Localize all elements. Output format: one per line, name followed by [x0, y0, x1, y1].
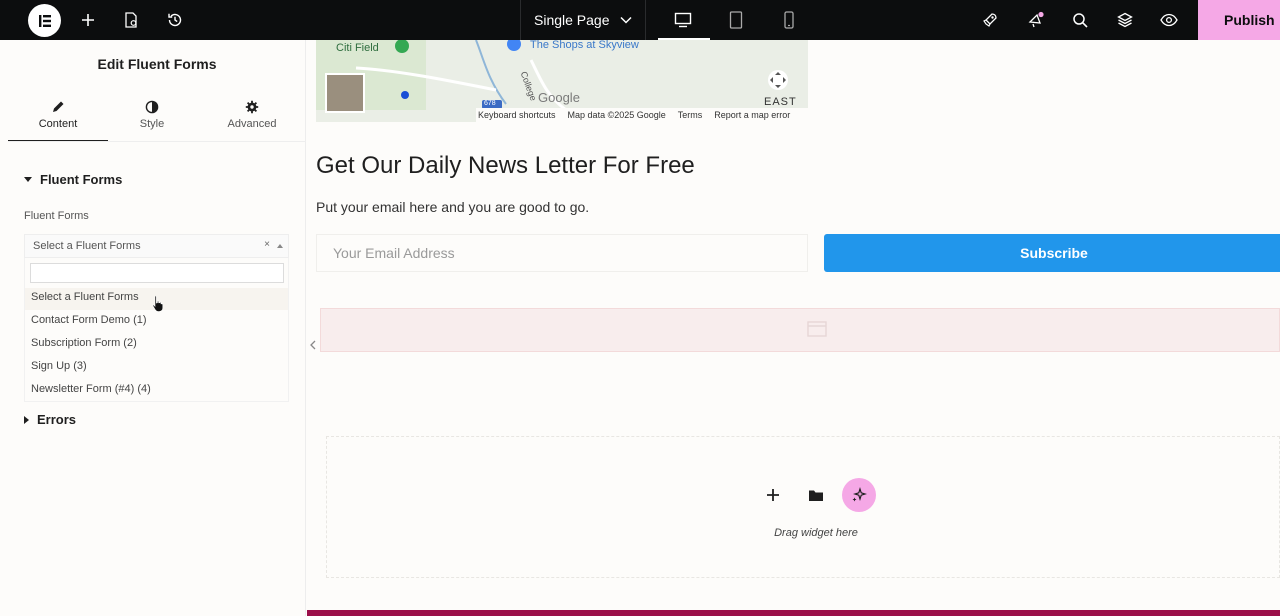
notifications-icon[interactable]	[1024, 8, 1048, 32]
add-section-button[interactable]	[756, 478, 790, 512]
subscribe-button[interactable]: Subscribe	[824, 234, 1280, 272]
pencil-icon	[8, 96, 108, 118]
edit-panel: Edit Fluent Forms Content Style Advanced…	[8, 40, 306, 616]
layers-icon[interactable]	[1113, 8, 1137, 32]
footer-section-bar	[307, 610, 1280, 616]
half-circle-icon	[102, 96, 202, 118]
collapse-panel-icon[interactable]	[310, 340, 316, 353]
panel-title: Edit Fluent Forms	[97, 56, 217, 72]
folder-icon	[809, 490, 823, 501]
select-value: Select a Fluent Forms	[33, 240, 141, 252]
form-placeholder-icon	[807, 321, 827, 337]
drag-widget-hint: Drag widget here	[774, 527, 858, 539]
section-fluent-forms[interactable]: Fluent Forms	[24, 172, 122, 187]
search-icon[interactable]	[1068, 8, 1092, 32]
fluent-forms-field-label: Fluent Forms	[24, 210, 89, 222]
google-logo: Google	[538, 90, 580, 105]
editor-top-bar: Single Page Publish	[0, 0, 1280, 40]
fluent-form-widget-placeholder[interactable]	[320, 308, 1280, 352]
add-element-icon[interactable]	[76, 8, 100, 32]
hand-cursor-icon	[152, 295, 164, 318]
map-report-link[interactable]: Report a map error	[714, 110, 790, 120]
tabs-divider	[8, 141, 306, 142]
map-data-text: Map data ©2025 Google	[567, 110, 666, 120]
page-name: Single Page	[534, 12, 610, 28]
page-settings-icon[interactable]	[119, 8, 143, 32]
dropdown-option[interactable]: Sign Up (3)	[25, 357, 288, 379]
select-dropdown: Select a Fluent Forms Contact Form Demo …	[24, 258, 289, 402]
newsletter-heading: Get Our Daily News Letter For Free	[316, 152, 695, 179]
map-label-citi-field: Citi Field	[336, 42, 379, 54]
tab-content-label: Content	[38, 118, 78, 130]
map-label-shops: The Shops at Skyview	[530, 40, 639, 51]
chevron-down-icon	[619, 16, 632, 24]
tab-style[interactable]: Style	[102, 96, 202, 142]
sparkle-icon	[852, 487, 867, 502]
clear-selection-icon[interactable]: ×	[264, 239, 270, 250]
preview-eye-icon[interactable]	[1157, 8, 1181, 32]
map-keyboard-shortcuts-link[interactable]: Keyboard shortcuts	[478, 110, 556, 120]
add-template-button[interactable]	[799, 478, 833, 512]
dropdown-search-input[interactable]	[30, 263, 284, 283]
google-map-embed[interactable]: Citi Field The Shops at Skyview College …	[316, 40, 808, 122]
rocket-icon[interactable]	[978, 8, 1002, 32]
map-terms-link[interactable]: Terms	[678, 110, 703, 120]
map-road-shield: 678	[484, 100, 496, 107]
gear-icon	[202, 96, 302, 118]
dropdown-option[interactable]: Subscription Form (2)	[25, 334, 288, 356]
fluent-forms-select[interactable]: Select a Fluent Forms ×	[24, 234, 289, 258]
chevron-up-icon	[277, 244, 283, 248]
publish-button[interactable]: Publish	[1198, 0, 1280, 40]
section-errors[interactable]: Errors	[24, 412, 76, 427]
tab-content[interactable]: Content	[8, 96, 108, 142]
page-selector[interactable]: Single Page	[520, 0, 646, 40]
newsletter-subtext: Put your email here and you are good to …	[316, 199, 590, 215]
section-errors-label: Errors	[37, 412, 77, 427]
mobile-view-icon[interactable]	[777, 8, 801, 32]
ai-generate-button[interactable]	[842, 478, 876, 512]
dropdown-option[interactable]: Newsletter Form (#4) (4)	[25, 380, 288, 402]
desktop-view-icon[interactable]	[671, 8, 695, 32]
tablet-view-icon[interactable]	[724, 8, 748, 32]
map-attribution: Keyboard shortcuts Map data ©2025 Google…	[476, 108, 808, 122]
map-move-icon[interactable]	[768, 70, 788, 90]
tab-advanced-label: Advanced	[227, 118, 277, 130]
tab-advanced[interactable]: Advanced	[202, 96, 302, 142]
section-fluent-forms-label: Fluent Forms	[40, 172, 123, 187]
tab-style-label: Style	[139, 118, 165, 130]
plus-icon	[767, 489, 779, 501]
history-icon[interactable]	[163, 8, 187, 32]
email-field[interactable]: Your Email Address	[316, 234, 808, 272]
caret-right-icon	[24, 415, 29, 424]
caret-down-icon	[24, 177, 32, 182]
elementor-logo-icon[interactable]	[28, 4, 61, 37]
